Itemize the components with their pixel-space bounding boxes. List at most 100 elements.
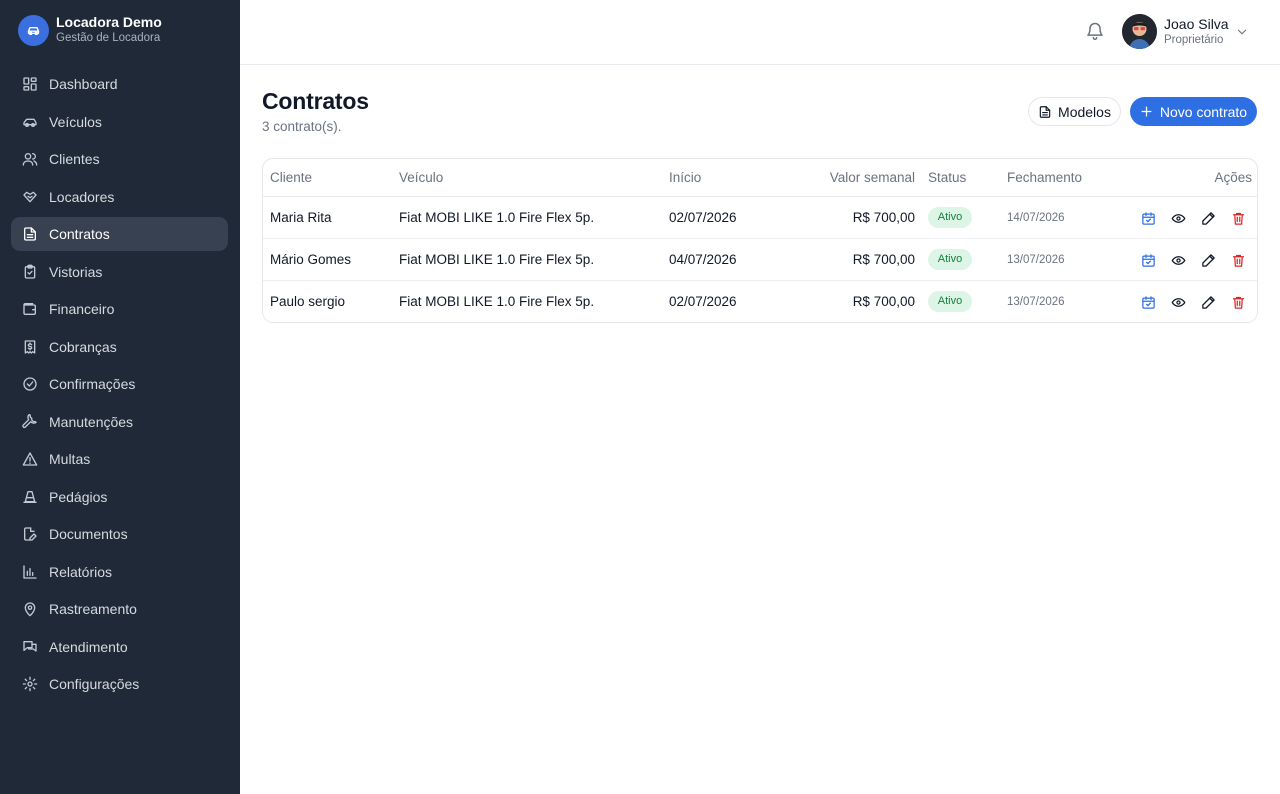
trash-icon[interactable] [1229,251,1247,269]
sidebar-item-label: Relatórios [49,563,113,580]
trash-icon[interactable] [1229,209,1247,227]
sidebar-item-clientes[interactable]: Clientes [11,142,228,176]
sidebar-item-multas[interactable]: Multas [11,442,228,476]
sidebar-item-cobrancas[interactable]: Cobranças [11,330,228,364]
col-header-status[interactable]: Status [928,159,966,197]
file-text-icon [24,227,36,241]
sidebar-item-relatorios[interactable]: Relatórios [11,555,228,589]
cell-fechamento: 13/07/2026 [1007,254,1065,266]
car-logo-icon [18,14,49,46]
cell-inicio: 04/07/2026 [669,252,737,267]
sidebar-item-documentos[interactable]: Documentos [11,517,228,551]
chevron-down-icon[interactable] [1235,25,1249,39]
sidebar-item-confirmacoes[interactable]: Confirmações [11,367,228,401]
novo-contrato-label: Novo contrato [1159,103,1248,120]
sidebar-item-label: Cobranças [49,338,117,355]
table-row[interactable]: Paulo sergio Fiat MOBI LIKE 1.0 Fire Fle… [263,281,1257,322]
sidebar-item-label: Pedágios [49,488,108,505]
sidebar-item-veiculos[interactable]: Veículos [11,105,228,139]
sidebar-item-label: Dashboard [49,76,118,92]
cell-valor: R$ 700,00 [852,294,915,309]
sidebar-item-label: Locadores [49,188,115,205]
col-header-fechamento[interactable]: Fechamento [1007,159,1082,197]
sidebar: Locadora Demo Gestão de Locadora Dashboa… [0,0,240,794]
sidebar-item-configuracoes[interactable]: Configurações [11,667,228,701]
topbar: Joao Silva Proprietário [240,0,1280,65]
col-header-cliente[interactable]: Cliente [270,159,312,197]
eye-icon[interactable] [1169,293,1187,311]
alert-triangle-icon [22,452,38,466]
sidebar-item-manutencoes[interactable]: Manutenções [11,405,228,439]
sidebar-item-label: Documentos [49,526,128,542]
cell-cliente: Paulo sergio [270,294,346,309]
cell-cliente: Mário Gomes [270,252,352,267]
gear-icon [22,676,38,692]
sidebar-item-locadores[interactable]: Locadores [11,180,228,214]
cell-veiculo: Fiat MOBI LIKE 1.0 Fire Flex 5p. [399,252,595,267]
cell-fechamento: 13/07/2026 [1007,296,1065,308]
modelos-label: Modelos [1058,103,1111,120]
row-actions [1139,293,1257,311]
cell-valor: R$ 700,00 [852,210,915,225]
sidebar-item-label: Vistorias [49,263,103,280]
sidebar-item-dashboard[interactable]: Dashboard [11,67,228,101]
plus-icon [1141,106,1152,117]
handshake-icon [23,191,37,202]
sidebar-item-label: Veículos [49,113,102,130]
calendar-check-icon[interactable] [1139,251,1157,269]
sidebar-item-label: Contratos [49,226,110,242]
sidebar-item-label: Confirmações [49,376,136,392]
wallet-icon [23,303,36,315]
brand[interactable]: Locadora Demo Gestão de Locadora [18,14,162,46]
status-badge: Ativo [928,207,972,228]
cell-veiculo: Fiat MOBI LIKE 1.0 Fire Flex 5p. [399,210,595,225]
trash-icon[interactable] [1229,293,1247,311]
user-name[interactable]: Joao Silva [1164,16,1229,32]
wrench-icon [22,413,37,428]
col-header-acoes: Ações [1214,170,1252,185]
cell-inicio: 02/07/2026 [669,294,737,309]
sidebar-item-label: Clientes [49,151,100,167]
table-row[interactable]: Maria Rita Fiat MOBI LIKE 1.0 Fire Flex … [263,197,1257,239]
check-circle-icon [23,377,37,391]
file-edit-icon [24,527,37,541]
receipt-dollar-icon [24,339,36,354]
sidebar-item-label: Configurações [49,676,140,692]
calendar-check-icon[interactable] [1139,293,1157,311]
clipboard-check-icon [24,264,36,279]
sidebar-item-financeiro[interactable]: Financeiro [11,292,228,326]
sidebar-item-vistorias[interactable]: Vistorias [11,255,228,289]
sidebar-item-label: Financeiro [49,301,115,317]
user-role: Proprietário [1164,34,1224,46]
table-row[interactable]: Mário Gomes Fiat MOBI LIKE 1.0 Fire Flex… [263,239,1257,281]
bell-icon[interactable] [1085,21,1105,41]
col-header-veiculo[interactable]: Veículo [399,159,443,197]
avatar[interactable] [1122,14,1157,49]
contract-count: 3 contrato(s). [262,119,342,134]
novo-contrato-button[interactable]: Novo contrato [1130,97,1257,126]
modelos-button[interactable]: Modelos [1028,97,1121,126]
bar-chart-icon [23,564,37,579]
sidebar-item-label: Multas [49,451,91,467]
sidebar-item-contratos[interactable]: Contratos [11,217,228,251]
sidebar-nav: Dashboard Veículos Clientes Locadores Co… [11,67,228,705]
car-icon [23,118,37,127]
sidebar-item-rastreamento[interactable]: Rastreamento [11,592,228,626]
brand-subtitle: Gestão de Locadora [56,32,161,44]
brand-name: Locadora Demo [56,14,162,30]
contracts-table: Cliente Veículo Início Valor semanal Sta… [262,158,1258,323]
pencil-icon[interactable] [1199,209,1217,227]
col-header-inicio[interactable]: Início [669,159,701,197]
eye-icon[interactable] [1169,209,1187,227]
sidebar-item-pedagios[interactable]: Pedágios [11,480,228,514]
pencil-icon[interactable] [1199,293,1217,311]
pencil-icon[interactable] [1199,251,1217,269]
file-text-icon [1039,105,1051,118]
cell-cliente: Maria Rita [270,210,332,225]
eye-icon[interactable] [1169,251,1187,269]
col-header-valor[interactable]: Valor semanal [830,159,915,197]
status-badge: Ativo [928,291,972,312]
sidebar-item-atendimento[interactable]: Atendimento [11,630,228,664]
calendar-check-icon[interactable] [1139,209,1157,227]
cell-inicio: 02/07/2026 [669,210,737,225]
